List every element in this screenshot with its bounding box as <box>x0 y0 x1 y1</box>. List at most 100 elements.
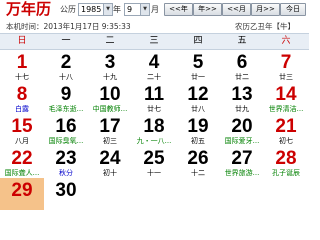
day-cell[interactable]: 15 八月 <box>0 114 44 146</box>
day-number: 19 <box>187 116 209 137</box>
day-cell[interactable]: 1 十七 <box>0 50 44 82</box>
day-subtext: 国际臭氧... <box>48 137 84 145</box>
day-cell[interactable]: 19 初五 <box>176 114 220 146</box>
app-title: 万年历 <box>6 0 52 18</box>
chevron-down-icon: ▼ <box>103 4 112 15</box>
day-number: 21 <box>275 116 297 137</box>
day-number: 14 <box>275 84 297 105</box>
weekday-fri: 五 <box>237 36 247 46</box>
day-subtext: 世界清洁... <box>268 105 304 113</box>
day-subtext: 世界旅游... <box>224 169 260 177</box>
weekday-sat: 六 <box>281 36 291 46</box>
weekday-thu: 四 <box>193 36 203 46</box>
day-cell[interactable]: 27 世界旅游... <box>220 146 264 178</box>
day-number: 6 <box>236 52 248 73</box>
day-number: 3 <box>104 52 116 73</box>
day-subtext: 廿三 <box>279 73 293 81</box>
day-subtext: 白露 <box>15 105 29 113</box>
day-subtext: 十二 <box>191 169 205 177</box>
month-select-value: 9 <box>127 5 133 14</box>
calendar-type-label: 公历 <box>60 5 76 14</box>
day-number: 13 <box>231 84 253 105</box>
day-number: 25 <box>143 148 165 169</box>
day-cell[interactable]: 22 国际聋人... <box>0 146 44 178</box>
today-button[interactable]: 今日 <box>280 3 306 16</box>
year-select-value: 1985 <box>81 5 102 14</box>
day-cell[interactable]: 21 初七 <box>264 114 308 146</box>
day-cell[interactable]: 17 初三 <box>88 114 132 146</box>
day-subtext: 孔子诞辰 <box>272 169 300 177</box>
day-number: 29 <box>11 180 33 201</box>
day-subtext: 廿九 <box>235 105 249 113</box>
day-cell[interactable]: 13 廿九 <box>220 82 264 114</box>
day-number: 2 <box>60 52 72 73</box>
day-subtext: 毛泽东逝... <box>48 105 84 113</box>
day-number: 16 <box>55 116 77 137</box>
day-cell[interactable]: 2 十八 <box>44 50 88 82</box>
day-cell[interactable]: 10 中国教师... <box>88 82 132 114</box>
day-number: 26 <box>187 148 209 169</box>
day-cell[interactable]: 12 廿八 <box>176 82 220 114</box>
day-number: 23 <box>55 148 77 169</box>
day-cell[interactable]: 11 廿七 <box>132 82 176 114</box>
day-subtext: 国际聋人... <box>4 169 40 177</box>
day-subtext: 十八 <box>59 73 73 81</box>
prev-month-button[interactable]: <<月 <box>222 3 251 16</box>
chevron-down-icon: ▼ <box>140 4 149 15</box>
next-year-button[interactable]: 年>> <box>193 3 222 16</box>
weekday-wed: 三 <box>149 36 159 46</box>
month-select[interactable]: 9 ▼ <box>124 3 150 16</box>
day-cell[interactable]: 18 九・一八... <box>132 114 176 146</box>
day-number: 15 <box>11 116 33 137</box>
day-number: 27 <box>231 148 253 169</box>
lunar-year: 农历乙丑年【牛】 <box>235 22 295 31</box>
day-cell[interactable]: 25 十一 <box>132 146 176 178</box>
day-number: 8 <box>16 84 28 105</box>
day-cell[interactable]: 3 十九 <box>88 50 132 82</box>
day-cell[interactable]: 24 初十 <box>88 146 132 178</box>
day-subtext: 初十 <box>103 169 117 177</box>
day-number: 20 <box>231 116 253 137</box>
day-cell[interactable]: 28 孔子诞辰 <box>264 146 308 178</box>
day-subtext: 国际爱牙... <box>224 137 260 145</box>
day-number: 10 <box>99 84 121 105</box>
day-number: 28 <box>275 148 297 169</box>
day-cell[interactable]: 7 廿三 <box>264 50 308 82</box>
day-subtext: 十九 <box>103 73 117 81</box>
day-subtext: 中国教师... <box>92 105 128 113</box>
day-subtext: 十一 <box>147 169 161 177</box>
year-select[interactable]: 1985 ▼ <box>78 3 113 16</box>
day-cell[interactable]: 6 廿二 <box>220 50 264 82</box>
local-time-value: 2013年1月17日 9:35:33 <box>43 22 131 31</box>
day-number: 30 <box>55 180 77 201</box>
day-cell[interactable]: 16 国际臭氧... <box>44 114 88 146</box>
next-month-button[interactable]: 月>> <box>251 3 280 16</box>
day-number: 17 <box>99 116 121 137</box>
day-cell[interactable]: 5 廿一 <box>176 50 220 82</box>
day-number: 18 <box>143 116 165 137</box>
day-cell[interactable]: 8 白露 <box>0 82 44 114</box>
day-cell[interactable]: 20 国际爱牙... <box>220 114 264 146</box>
day-subtext: 二十 <box>147 73 161 81</box>
day-number: 7 <box>280 52 292 73</box>
month-unit-label: 月 <box>151 5 159 14</box>
local-time: 本机时间：2013年1月17日 9:35:33 <box>6 21 131 32</box>
day-cell[interactable]: 29 <box>0 178 44 210</box>
day-subtext: 秋分 <box>59 169 73 177</box>
day-cell[interactable]: 4 二十 <box>132 50 176 82</box>
day-number: 11 <box>143 84 165 105</box>
prev-year-button[interactable]: <<年 <box>164 3 193 16</box>
toolbar: 万年历 公历 1985 ▼ 年 9 ▼ 月 <<年 年>> <<月 月>> 今日 <box>0 0 309 19</box>
day-cell[interactable]: 14 世界清洁... <box>264 82 308 114</box>
day-cell[interactable]: 30 <box>44 178 88 210</box>
local-time-label: 本机时间： <box>6 22 44 31</box>
day-subtext: 廿二 <box>235 73 249 81</box>
day-cell[interactable]: 26 十二 <box>176 146 220 178</box>
day-subtext: 初三 <box>103 137 117 145</box>
info-bar: 本机时间：2013年1月17日 9:35:33 农历乙丑年【牛】 <box>0 19 309 31</box>
day-number: 9 <box>60 84 72 105</box>
day-subtext: 八月 <box>15 137 29 145</box>
day-subtext: 九・一八... <box>136 137 172 145</box>
day-cell[interactable]: 23 秋分 <box>44 146 88 178</box>
day-cell[interactable]: 9 毛泽东逝... <box>44 82 88 114</box>
